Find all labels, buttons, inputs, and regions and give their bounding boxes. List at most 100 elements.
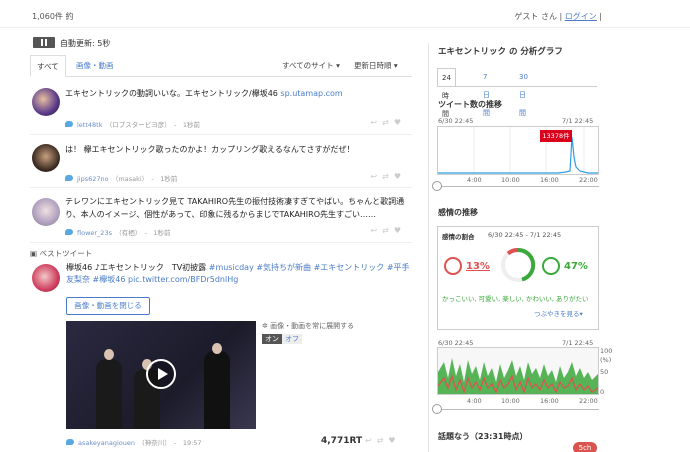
tweet-time[interactable]: 1秒前 [153, 229, 170, 237]
toggle-on[interactable]: オン [262, 334, 282, 344]
range-end: 7/1 22:45 [562, 339, 594, 347]
trending-title: 話題なう（23:31時点） [438, 432, 528, 441]
tab-30d[interactable]: 30日間 [515, 68, 532, 117]
positive-words: かっこいい, 可愛い, 楽しい, かわいい, ありがたい [442, 295, 589, 303]
like-icon[interactable]: ♥ [388, 436, 400, 445]
x-tick: 22:00 [579, 176, 598, 184]
best-tweet-link[interactable]: pic.twitter.com/BFDr5dnlHg [128, 275, 238, 284]
tweet-count-graph [437, 126, 599, 175]
sort-label: 更新日時順 [354, 61, 392, 70]
tweet-name: （masaki） [115, 175, 145, 183]
trending-badge[interactable]: 5ch [573, 442, 597, 452]
guest-label: ゲスト さん [514, 12, 557, 21]
tweet-text: テレワンにエキセントリック見て TAKAHIRO先生の振付技術凄すぎてやばい。ち… [65, 197, 405, 219]
tweet-item: エキセントリックの動詞いいな。エキセントリック/欅坂46 sp.utamap.c… [30, 80, 412, 135]
tab-all[interactable]: すべて [30, 55, 66, 77]
tweet-user[interactable]: asakeyanagiouen [78, 439, 135, 447]
tweet-actions: ↩⇄♥ [370, 172, 406, 181]
twitter-bird-icon [65, 121, 73, 127]
sentiment-box: 感情の割合 6/30 22:45 - 7/1 22:45 13% 47% かっこ… [437, 226, 599, 330]
reply-icon[interactable]: ↩ [370, 118, 382, 127]
best-tweet-header: ▣ ベストツイート [30, 248, 92, 259]
retweet-icon[interactable]: ⇄ [382, 172, 394, 181]
sentiment-pie [501, 247, 536, 282]
tweet-count-line [438, 136, 598, 174]
media-setting: ✲ 画像・動画を常に展開する [262, 321, 354, 331]
range-slider[interactable] [437, 186, 599, 187]
slider-handle[interactable] [432, 404, 442, 414]
pause-button[interactable] [33, 37, 55, 48]
avatar[interactable] [32, 144, 60, 172]
tweet-user[interactable]: lett48tk [77, 121, 103, 129]
tweet-count-title: ツイート数の推移 [438, 100, 502, 109]
site-filter-dropdown[interactable]: すべてのサイト ▾ [282, 55, 340, 77]
result-count: 1,060件 約 [32, 12, 74, 21]
tweet-name: （神奈川） [141, 439, 168, 447]
more-words-link[interactable]: つぶやきを見る▾ [534, 308, 583, 318]
tweet-meta: jips627no （masaki） - 1秒前 [65, 173, 177, 183]
site-filter-label: すべてのサイト [282, 61, 334, 70]
negative-face-icon [444, 257, 462, 275]
tweet-user[interactable]: flower_23s [77, 229, 112, 237]
tab-24h[interactable]: 24時間 [437, 68, 456, 118]
tweet-tabs: すべて 画像・動画 すべてのサイト ▾ 更新日時順 ▾ [30, 55, 412, 77]
sentiment-title: 感情の推移 [438, 208, 478, 217]
x-tick: 4:00 [467, 397, 482, 405]
tweet-item: は！ 欅エキセントリック歌ったのかよ！カップリング歌えるなんてさすがだぜ！ ji… [30, 136, 412, 188]
retweet-count: 4,771RT [321, 436, 363, 446]
avatar[interactable] [32, 198, 60, 226]
x-tick: 16:00 [540, 397, 559, 405]
figure-face [212, 343, 222, 354]
retweet-icon[interactable]: ⇄ [382, 226, 394, 235]
x-tick: 4:00 [467, 176, 482, 184]
avatar[interactable] [32, 264, 60, 292]
positive-face-icon [542, 257, 560, 275]
toggle-off[interactable]: オフ [282, 334, 302, 344]
reply-icon[interactable]: ↩ [370, 172, 382, 181]
tweet-actions: ↩⇄♥ [370, 226, 406, 235]
tweet-text: エキセントリックの動詞いいな。エキセントリック/欅坂46 sp.utamap.c… [65, 87, 408, 100]
like-icon[interactable]: ♥ [394, 226, 406, 235]
avatar[interactable] [32, 88, 60, 116]
tweet-link[interactable]: sp.utamap.com [280, 89, 342, 98]
sort-dropdown[interactable]: 更新日時順 ▾ [354, 55, 398, 77]
ratio-label: 感情の割合 [442, 233, 475, 241]
tweet-text: は！ 欅エキセントリック歌ったのかよ！カップリング歌えるなんてさすがだぜ！ [65, 145, 355, 154]
tweet-time[interactable]: 1秒前 [183, 121, 200, 129]
tweet-body: エキセントリックの動詞いいな。エキセントリック/欅坂46 [65, 89, 278, 98]
tweet-actions: ↩⇄♥ [370, 118, 406, 127]
login-link[interactable]: ログイン [565, 12, 597, 21]
tweet-time[interactable]: 1秒前 [160, 175, 177, 183]
tweet-user[interactable]: jips627no [77, 175, 109, 183]
camera-icon: ▣ [30, 249, 38, 258]
y-tick: 0 [600, 388, 605, 396]
play-icon[interactable] [146, 359, 176, 389]
tab-media[interactable]: 画像・動画 [70, 55, 120, 77]
range-end: 7/1 22:45 [562, 117, 594, 125]
best-tweet-label: ベストツイート [39, 249, 93, 258]
x-tick: 22:00 [579, 397, 598, 405]
tweet-meta: flower_23s （有栖） - 1秒前 [65, 227, 170, 237]
tab-7d[interactable]: 7日間 [479, 68, 494, 117]
reply-icon[interactable]: ↩ [370, 226, 382, 235]
range-start: 6/30 22:45 [438, 339, 474, 347]
reply-icon[interactable]: ↩ [365, 436, 377, 445]
tweet-time[interactable]: 19:57 [183, 439, 202, 447]
x-tick: 16:00 [540, 176, 559, 184]
range-slider[interactable] [437, 409, 599, 410]
like-icon[interactable]: ♥ [394, 172, 406, 181]
auto-update-label: 自動更新: 5秒 [60, 39, 111, 48]
close-media-button[interactable]: 画像・動画を閉じる [66, 297, 150, 315]
retweet-icon[interactable]: ⇄ [377, 436, 389, 445]
tweet-name: （ロブスタービヨ彦） [109, 121, 168, 129]
positive-percent: 47% [564, 261, 588, 272]
range-start: 6/30 22:45 [438, 117, 474, 125]
slider-handle[interactable] [432, 181, 442, 191]
twitter-bird-icon [65, 229, 73, 235]
more-words-label: つぶやきを見る [534, 310, 580, 318]
retweet-icon[interactable]: ⇄ [382, 118, 394, 127]
best-tweet-text: 欅坂46 ♪エキセントリック TV初披露 #musicday #気持ちが新曲 #… [66, 262, 410, 286]
video-thumbnail[interactable] [66, 321, 256, 429]
like-icon[interactable]: ♥ [394, 118, 406, 127]
twitter-bird-icon [65, 175, 73, 181]
